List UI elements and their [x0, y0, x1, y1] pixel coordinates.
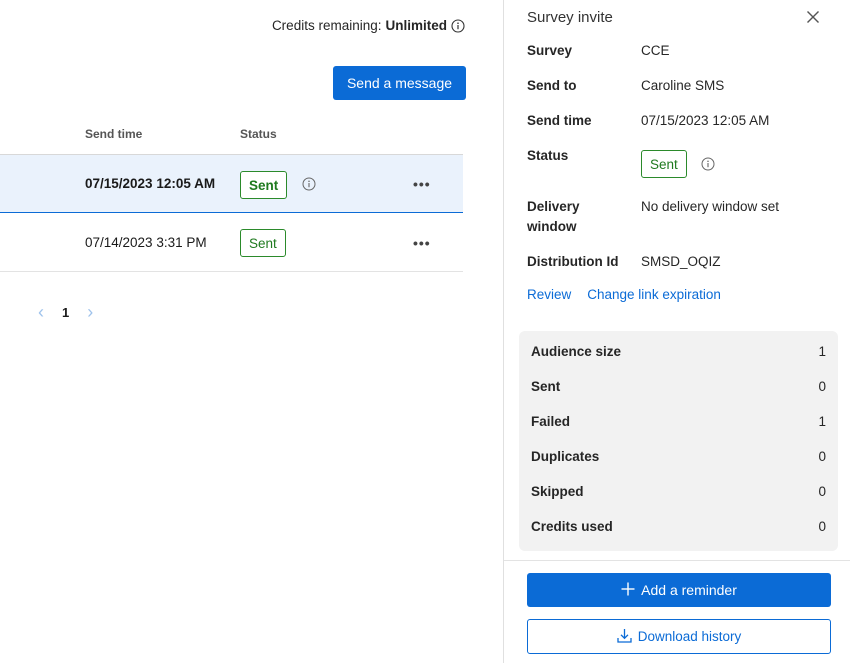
panel-divider [504, 560, 850, 561]
stat-duplicates: Duplicates 0 [531, 449, 826, 469]
stat-audience-size: Audience size 1 [531, 344, 826, 364]
change-link-expiration-link[interactable]: Change link expiration [587, 287, 721, 302]
field-label-delivery-window: Delivery window [527, 199, 580, 234]
pagination: ‹ 1 › [38, 303, 93, 321]
stat-label: Audience size [531, 344, 622, 359]
column-header-send-time[interactable]: Send time [85, 127, 142, 141]
send-time-cell: 07/15/2023 12:05 AM [85, 176, 216, 191]
stat-value: 1 [818, 414, 826, 429]
credits-value: Unlimited [385, 18, 447, 33]
field-value-delivery-window: No delivery window set [641, 199, 780, 214]
credits-remaining: Credits remaining: Unlimited [272, 18, 465, 33]
info-icon[interactable] [701, 157, 715, 171]
send-time-cell: 07/14/2023 3:31 PM [85, 235, 207, 250]
status-badge: Sent [240, 229, 286, 257]
field-value-send-to: Caroline SMS [641, 78, 725, 93]
download-history-button[interactable]: Download history [527, 619, 831, 654]
stat-value: 0 [818, 449, 826, 464]
page-number[interactable]: 1 [62, 305, 69, 320]
panel-title: Survey invite [527, 9, 613, 26]
add-reminder-label: Add a reminder [641, 582, 737, 598]
field-label-survey: Survey [527, 43, 573, 58]
field-value-send-time: 07/15/2023 12:05 AM [641, 113, 770, 128]
column-header-status[interactable]: Status [240, 127, 277, 141]
stat-label: Skipped [531, 484, 584, 499]
info-icon[interactable] [451, 18, 465, 33]
plus-icon [621, 582, 635, 599]
add-reminder-button[interactable]: Add a reminder [527, 573, 831, 607]
review-link[interactable]: Review [527, 287, 571, 302]
stat-failed: Failed 1 [531, 414, 826, 434]
stat-value: 0 [818, 379, 826, 394]
field-label-distribution-id: Distribution Id [527, 254, 619, 269]
stat-credits-used: Credits used 0 [531, 519, 826, 539]
download-history-label: Download history [637, 629, 742, 644]
info-icon[interactable] [302, 177, 316, 191]
stat-label: Failed [531, 414, 571, 429]
distribution-stats: Audience size 1 Sent 0 Failed 1 Duplicat… [519, 331, 838, 551]
stat-label: Sent [531, 379, 561, 394]
stat-label: Credits used [531, 519, 613, 534]
more-actions-icon[interactable]: ••• [413, 214, 431, 271]
table-row[interactable]: 07/15/2023 12:05 AM Sent ••• [0, 155, 463, 213]
field-value-distribution-id: SMSD_OQIZ [641, 254, 721, 269]
close-icon[interactable] [806, 10, 820, 24]
field-label-send-to: Send to [527, 78, 577, 93]
field-label-send-time: Send time [527, 113, 592, 128]
status-badge: Sent [240, 171, 288, 199]
credits-label: Credits remaining: [271, 18, 382, 33]
survey-invite-panel: Survey invite Survey CCE Send to Carolin… [503, 0, 850, 663]
status-badge: Sent [641, 150, 687, 178]
chevron-right-icon[interactable]: › [87, 303, 93, 321]
panel-links: Review Change link expiration [527, 287, 721, 302]
download-icon [617, 628, 632, 646]
stat-skipped: Skipped 0 [531, 484, 826, 504]
stat-value: 0 [818, 519, 826, 534]
table-row[interactable]: 07/14/2023 3:31 PM Sent ••• [0, 214, 463, 272]
stat-label: Duplicates [531, 449, 600, 464]
field-label-status: Status [527, 148, 569, 163]
more-actions-icon[interactable]: ••• [413, 155, 431, 212]
stat-sent: Sent 0 [531, 379, 826, 399]
stat-value: 1 [818, 344, 826, 359]
field-value-survey: CCE [641, 43, 670, 58]
send-message-button[interactable]: Send a message [333, 66, 466, 100]
stat-value: 0 [818, 484, 826, 499]
chevron-left-icon[interactable]: ‹ [38, 303, 44, 321]
distribution-list: Credits remaining: Unlimited Send a mess… [0, 0, 503, 663]
